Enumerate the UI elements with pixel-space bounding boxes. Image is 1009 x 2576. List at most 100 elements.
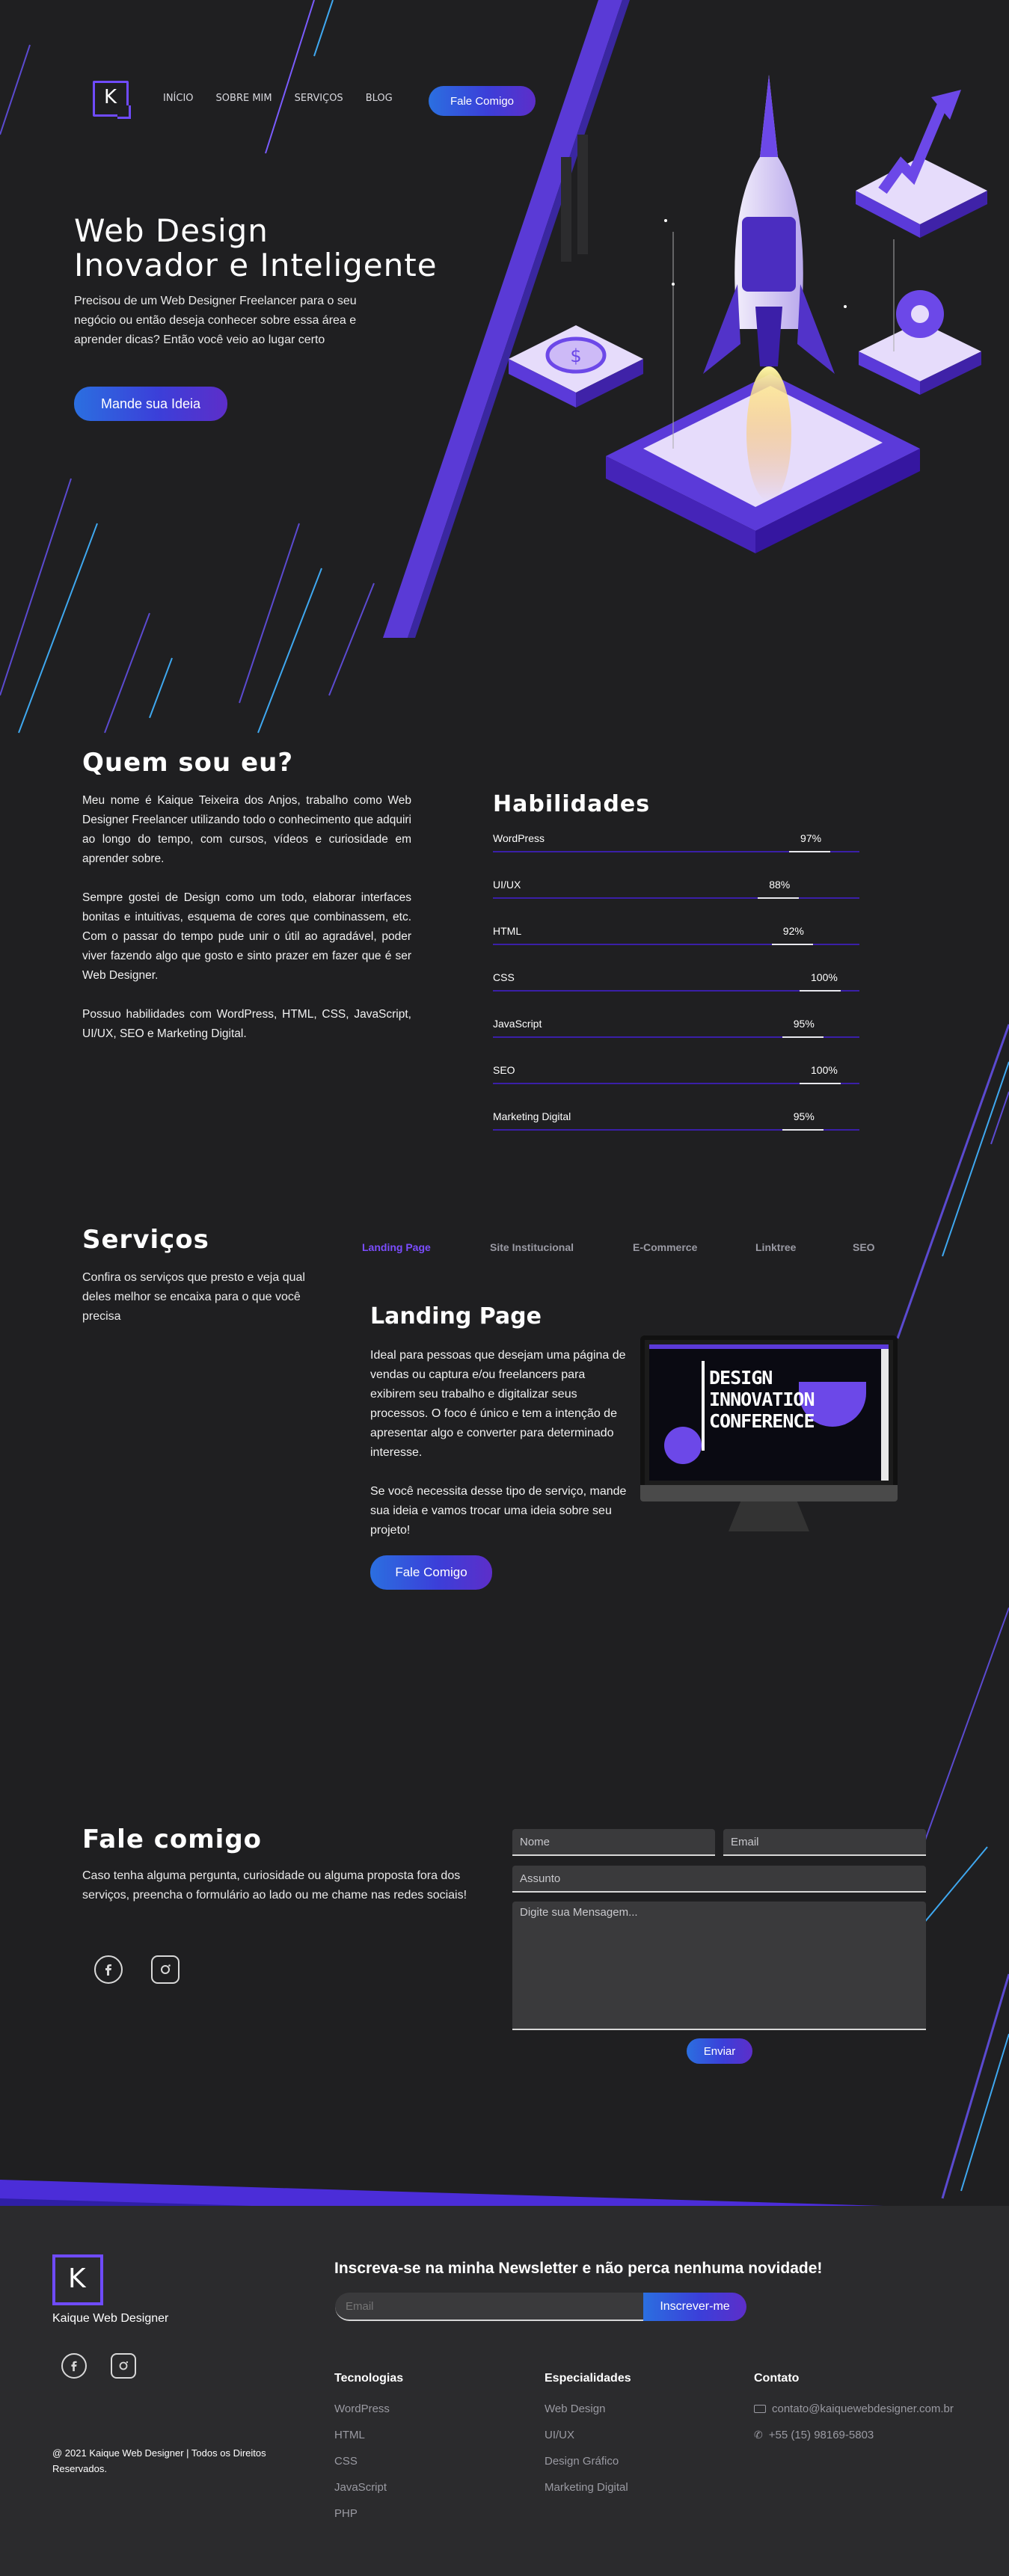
- footer: K Kaique Web Designer @ 2021 Kaique Web …: [0, 2206, 1009, 2576]
- specialties-title: Especialidades: [545, 2372, 631, 2385]
- skill-bar-fill: [758, 897, 800, 899]
- phone-icon: ✆: [754, 2429, 763, 2441]
- hero-cta-button[interactable]: Mande sua Ideia: [74, 387, 227, 421]
- skill-name: Marketing Digital: [493, 1110, 571, 1122]
- tech-item[interactable]: CSS: [334, 2448, 390, 2474]
- contact-footer-title: Contato: [754, 2372, 800, 2385]
- about-paragraph-1: Meu nome é Kaique Teixeira dos Anjos, tr…: [82, 794, 411, 865]
- skill-name: JavaScript: [493, 1018, 542, 1030]
- tech-list: WordPress HTML CSS JavaScript PHP: [334, 2396, 390, 2527]
- skill-bar-fill: [771, 944, 813, 945]
- tab-seo[interactable]: SEO: [853, 1241, 883, 1253]
- footer-logo-letter: K: [68, 2263, 86, 2294]
- tab-landing-page[interactable]: Landing Page: [362, 1241, 490, 1253]
- skill-row: UI/UX 88%: [493, 876, 859, 923]
- service-contact-button[interactable]: Fale Comigo: [370, 1555, 492, 1590]
- footer-instagram-icon[interactable]: [111, 2353, 136, 2379]
- tech-item[interactable]: JavaScript: [334, 2474, 390, 2500]
- contact-footer-list: contato@kaiquewebdesigner.com.br ✆ +55 (…: [754, 2396, 954, 2448]
- send-button[interactable]: Enviar: [687, 2038, 752, 2064]
- skill-row: CSS 100%: [493, 969, 859, 1015]
- skill-percent: 95%: [793, 1110, 815, 1122]
- footer-logo[interactable]: K: [52, 2254, 103, 2305]
- skill-name: HTML: [493, 925, 522, 937]
- skills-list: WordPress 97% UI/UX 88% HTML 92% CSS 100% JavaSc…: [493, 830, 859, 1155]
- hero-title-line1: Web Design: [74, 212, 269, 249]
- screen-line-3: CONFERENCE: [709, 1410, 815, 1432]
- specialty-item[interactable]: Design Gráfico: [545, 2448, 628, 2474]
- skills-title: Habilidades: [493, 791, 651, 817]
- skill-name: UI/UX: [493, 879, 521, 891]
- monitor-mockup: DESIGN INNOVATION CONFERENCE: [640, 1335, 898, 1531]
- facebook-icon[interactable]: [94, 1955, 123, 1984]
- nav-item-servicos[interactable]: SERVIÇOS: [295, 93, 343, 104]
- screen-headline: DESIGN INNOVATION CONFERENCE: [709, 1367, 815, 1432]
- hero-title-line2: Inovador e Inteligente: [74, 247, 438, 283]
- skill-bar-fill: [800, 990, 841, 992]
- newsletter-email-field[interactable]: [335, 2293, 645, 2321]
- nav-item-sobre-mim[interactable]: SOBRE MIM: [216, 93, 272, 104]
- about-paragraph-3: Possuo habilidades com WordPress, HTML, …: [82, 1008, 411, 1040]
- name-field[interactable]: [512, 1829, 715, 1856]
- specialties-list: Web Design UI/UX Design Gráfico Marketin…: [545, 2396, 628, 2500]
- skill-row: SEO 100%: [493, 1062, 859, 1108]
- skill-bar-fill: [789, 851, 831, 852]
- skill-bar-track: [493, 897, 859, 899]
- rocket-illustration: $: [509, 75, 987, 553]
- skill-row: Marketing Digital 95%: [493, 1108, 859, 1155]
- tech-item[interactable]: HTML: [334, 2422, 390, 2448]
- about-title: Quem sou eu?: [82, 748, 294, 778]
- subject-field[interactable]: [512, 1866, 926, 1893]
- tech-item[interactable]: WordPress: [334, 2396, 390, 2422]
- footer-phone: +55 (15) 98169-5803: [768, 2429, 874, 2441]
- tab-linktree[interactable]: Linktree: [755, 1241, 853, 1253]
- skill-name: CSS: [493, 971, 515, 983]
- nav-item-blog[interactable]: BLOG: [366, 93, 393, 104]
- footer-email-row[interactable]: contato@kaiquewebdesigner.com.br: [754, 2396, 954, 2422]
- nav-item-inicio[interactable]: INÍCIO: [163, 93, 194, 104]
- email-field[interactable]: [723, 1829, 926, 1856]
- screen-line-1: DESIGN: [709, 1367, 773, 1389]
- screen-line-2: INNOVATION: [709, 1389, 815, 1410]
- specialty-item[interactable]: UI/UX: [545, 2422, 628, 2448]
- about-paragraph-2: Sempre gostei de Design como um todo, el…: [82, 891, 411, 982]
- skill-bar-fill: [782, 1129, 824, 1131]
- skill-percent: 95%: [793, 1018, 815, 1030]
- newsletter-subscribe-button[interactable]: Inscrever-me: [643, 2293, 746, 2321]
- service-detail-paragraph-1: Ideal para pessoas que desejam uma págin…: [370, 1349, 626, 1459]
- skill-name: WordPress: [493, 832, 545, 844]
- skill-row: WordPress 97%: [493, 830, 859, 876]
- skill-name: SEO: [493, 1064, 515, 1076]
- copyright: @ 2021 Kaique Web Designer | Todos os Di…: [52, 2447, 266, 2474]
- skill-bar-fill: [800, 1083, 841, 1084]
- skill-percent: 100%: [811, 1064, 838, 1076]
- logo-letter: K: [104, 86, 117, 108]
- skill-percent: 92%: [782, 925, 804, 937]
- skill-row: HTML 92%: [493, 923, 859, 969]
- footer-facebook-icon[interactable]: [61, 2353, 87, 2379]
- mail-icon: [754, 2405, 766, 2413]
- svg-text:$: $: [570, 345, 581, 366]
- tech-title: Tecnologias: [334, 2372, 404, 2385]
- contact-text: Caso tenha alguma pergunta, curiosidade …: [82, 1869, 467, 1902]
- tab-site-institucional[interactable]: Site Institucional: [490, 1241, 633, 1253]
- skill-bar-fill: [782, 1036, 824, 1038]
- message-field[interactable]: [512, 1902, 926, 2030]
- main-nav: INÍCIO SOBRE MIM SERVIÇOS BLOG: [163, 93, 393, 104]
- instagram-icon[interactable]: [151, 1955, 180, 1984]
- services-intro: Confira os serviços que presto e veja qu…: [82, 1271, 305, 1323]
- footer-brand: Kaique Web Designer: [52, 2312, 169, 2325]
- specialty-item[interactable]: Web Design: [545, 2396, 628, 2422]
- footer-phone-row[interactable]: ✆ +55 (15) 98169-5803: [754, 2422, 954, 2448]
- skill-percent: 97%: [800, 832, 822, 844]
- hero-title: Web Design Inovador e Inteligente: [74, 214, 438, 283]
- logo[interactable]: K: [93, 81, 131, 119]
- tab-e-commerce[interactable]: E-Commerce: [633, 1241, 755, 1253]
- tech-item[interactable]: PHP: [334, 2500, 390, 2527]
- footer-email: contato@kaiquewebdesigner.com.br: [772, 2403, 954, 2415]
- skill-percent: 100%: [811, 971, 838, 983]
- skill-row: JavaScript 95%: [493, 1015, 859, 1062]
- specialty-item[interactable]: Marketing Digital: [545, 2474, 628, 2500]
- services-title: Serviços: [82, 1225, 209, 1255]
- services-tabs: Landing Page Site Institucional E-Commer…: [362, 1241, 883, 1253]
